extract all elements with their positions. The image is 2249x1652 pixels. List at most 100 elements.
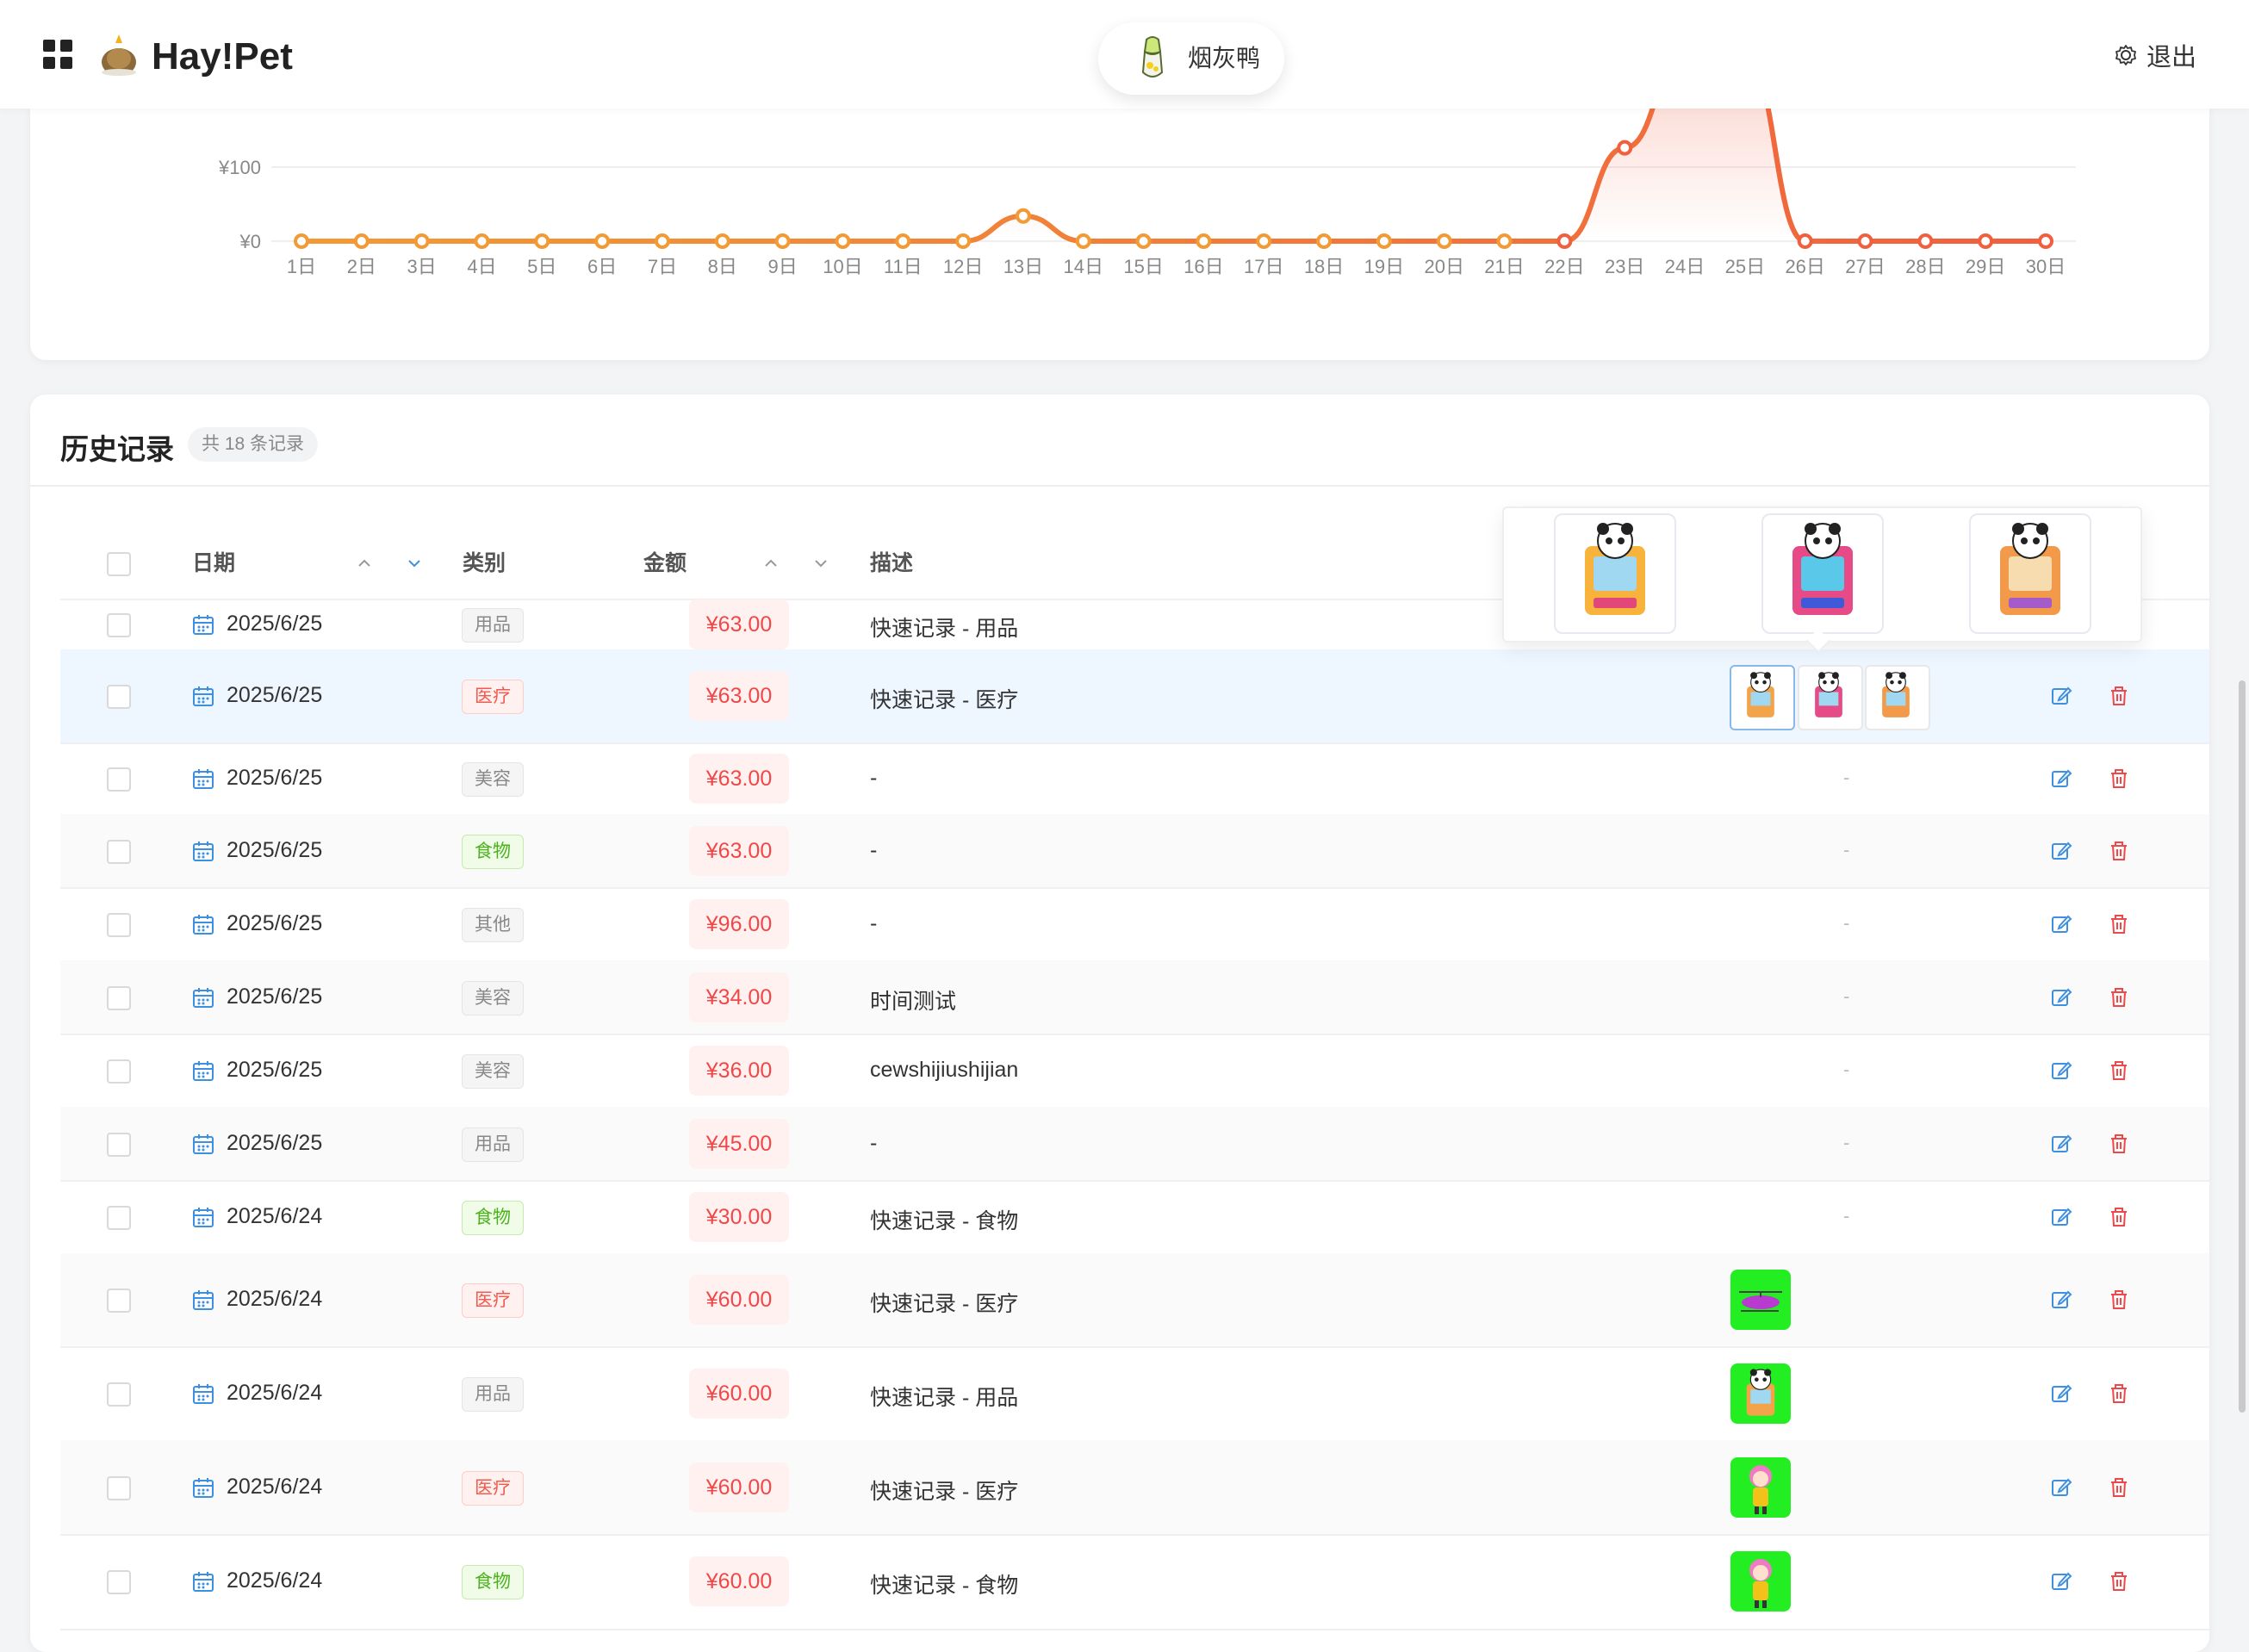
- chart-data-point[interactable]: [2038, 233, 2053, 249]
- record-image-thumbnail[interactable]: [1730, 1456, 1791, 1518]
- edit-icon[interactable]: [2049, 1205, 2073, 1229]
- row-checkbox[interactable]: [107, 839, 131, 864]
- edit-icon[interactable]: [2049, 985, 2073, 1009]
- table-row[interactable]: 2025/6/24 食物 ¥60.00 快速记录 - 食物: [60, 1534, 2209, 1630]
- table-row[interactable]: 2025/6/24 食物 ¥30.00 快速记录 - 食物 -: [60, 1180, 2209, 1255]
- chart-data-point[interactable]: [1316, 233, 1333, 249]
- edit-icon[interactable]: [2049, 684, 2073, 708]
- chart-data-point[interactable]: [1376, 233, 1392, 249]
- record-image-thumbnail[interactable]: [1730, 665, 1795, 730]
- preview-image-1[interactable]: [1554, 513, 1676, 634]
- row-checkbox[interactable]: [107, 1205, 131, 1230]
- chart-data-point[interactable]: [835, 233, 851, 249]
- amount-value: ¥34.00: [689, 972, 789, 1022]
- preview-image-2[interactable]: [1761, 513, 1884, 634]
- apps-grid-icon[interactable]: [43, 40, 72, 69]
- table-row[interactable]: 2025/6/25 美容 ¥34.00 时间测试 -: [60, 960, 2209, 1035]
- chart-data-point[interactable]: [1617, 140, 1633, 156]
- chart-data-point[interactable]: [1015, 208, 1031, 224]
- table-row[interactable]: 2025/6/25 美容 ¥63.00 - -: [60, 742, 2209, 816]
- edit-icon[interactable]: [2049, 912, 2073, 936]
- sort-desc-icon[interactable]: [808, 550, 834, 576]
- row-checkbox[interactable]: [107, 767, 131, 792]
- record-image-thumbnail[interactable]: [1730, 1363, 1791, 1424]
- record-image-thumbnail[interactable]: [1730, 1551, 1791, 1612]
- edit-icon[interactable]: [2049, 1288, 2073, 1312]
- table-row[interactable]: 2025/6/24 医疗 ¥60.00 快速记录 - 医疗: [60, 1253, 2209, 1348]
- row-checkbox[interactable]: [107, 1475, 131, 1500]
- chart-data-point[interactable]: [1556, 233, 1573, 249]
- table-row[interactable]: 2025/6/24 用品 ¥60.00 快速记录 - 用品: [60, 1346, 2209, 1442]
- table-row[interactable]: 2025/6/25 医疗 ¥63.00 快速记录 - 医疗: [60, 649, 2209, 744]
- edit-icon[interactable]: [2049, 767, 2073, 791]
- row-checkbox[interactable]: [107, 1132, 131, 1157]
- delete-icon[interactable]: [2107, 985, 2131, 1009]
- chart-data-point[interactable]: [1256, 233, 1272, 249]
- edit-icon[interactable]: [2049, 1475, 2073, 1500]
- delete-icon[interactable]: [2107, 1475, 2131, 1500]
- row-date: 2025/6/24: [227, 1380, 323, 1405]
- delete-icon[interactable]: [2107, 912, 2131, 936]
- chart-data-point[interactable]: [534, 233, 550, 249]
- table-row[interactable]: 2025/6/25 其他 ¥96.00 - -: [60, 887, 2209, 962]
- delete-icon[interactable]: [2107, 1288, 2131, 1312]
- table-row[interactable]: 2025/6/24 医疗 ¥60.00 快速记录 - 医疗: [60, 1440, 2209, 1536]
- row-checkbox[interactable]: [107, 1382, 131, 1407]
- chart-data-point[interactable]: [1496, 233, 1513, 249]
- delete-icon[interactable]: [2107, 1569, 2131, 1593]
- row-checkbox[interactable]: [107, 1289, 131, 1313]
- table-row[interactable]: 2025/6/25 美容 ¥36.00 cewshijiushijian -: [60, 1034, 2209, 1109]
- table-row[interactable]: 2025/6/25 用品 ¥45.00 - -: [60, 1107, 2209, 1182]
- edit-icon[interactable]: [2049, 1132, 2073, 1156]
- chart-data-point[interactable]: [1917, 233, 1934, 249]
- chart-data-point[interactable]: [955, 233, 972, 249]
- chart-data-point[interactable]: [1135, 233, 1152, 249]
- sort-asc-icon[interactable]: [351, 550, 377, 576]
- sort-asc-icon[interactable]: [758, 550, 784, 576]
- select-all-checkbox[interactable]: [107, 552, 131, 576]
- sort-desc-icon[interactable]: [401, 550, 427, 576]
- delete-icon[interactable]: [2107, 1059, 2131, 1083]
- row-checkbox[interactable]: [107, 985, 131, 1010]
- chart-data-point[interactable]: [895, 233, 911, 249]
- chart-data-point[interactable]: [474, 233, 490, 249]
- chart-data-point[interactable]: [594, 233, 611, 249]
- chart-data-point[interactable]: [413, 233, 430, 249]
- table-row[interactable]: 2025/6/25 食物 ¥63.00 - -: [60, 814, 2209, 889]
- current-pet-selector[interactable]: 烟灰鸭: [1098, 22, 1284, 95]
- edit-icon[interactable]: [2049, 1059, 2073, 1083]
- edit-icon[interactable]: [2049, 1569, 2073, 1593]
- page-scrollbar-thumb[interactable]: [2239, 680, 2246, 1413]
- logout-button[interactable]: 退出: [2114, 38, 2196, 72]
- category-tag: 医疗: [462, 1470, 524, 1506]
- delete-icon[interactable]: [2107, 839, 2131, 863]
- chart-data-point[interactable]: [1196, 233, 1212, 249]
- chart-data-point[interactable]: [654, 233, 670, 249]
- row-checkbox[interactable]: [107, 912, 131, 937]
- chart-data-point[interactable]: [774, 233, 791, 249]
- delete-icon[interactable]: [2107, 1132, 2131, 1156]
- chart-data-point[interactable]: [294, 233, 309, 249]
- row-checkbox[interactable]: [107, 1059, 131, 1084]
- preview-image-3[interactable]: [1969, 513, 2091, 634]
- row-checkbox[interactable]: [107, 612, 131, 637]
- delete-icon[interactable]: [2107, 767, 2131, 791]
- chart-data-point[interactable]: [714, 233, 730, 249]
- chart-data-point[interactable]: [1075, 233, 1091, 249]
- chart-data-point[interactable]: [353, 233, 370, 249]
- record-image-thumbnail[interactable]: [1865, 665, 1930, 730]
- edit-icon[interactable]: [2049, 1382, 2073, 1406]
- record-image-thumbnail[interactable]: [1730, 1270, 1791, 1330]
- row-checkbox[interactable]: [107, 685, 131, 709]
- delete-icon[interactable]: [2107, 684, 2131, 708]
- record-image-thumbnail[interactable]: [1798, 665, 1863, 730]
- chart-data-point[interactable]: [1978, 233, 1994, 249]
- chart-data-point[interactable]: [1857, 233, 1873, 249]
- chart-data-point[interactable]: [1797, 233, 1813, 249]
- row-checkbox[interactable]: [107, 1570, 131, 1594]
- chart-data-point[interactable]: [1436, 233, 1452, 249]
- delete-icon[interactable]: [2107, 1205, 2131, 1229]
- amount-value: ¥63.00: [689, 671, 789, 721]
- delete-icon[interactable]: [2107, 1382, 2131, 1406]
- edit-icon[interactable]: [2049, 839, 2073, 863]
